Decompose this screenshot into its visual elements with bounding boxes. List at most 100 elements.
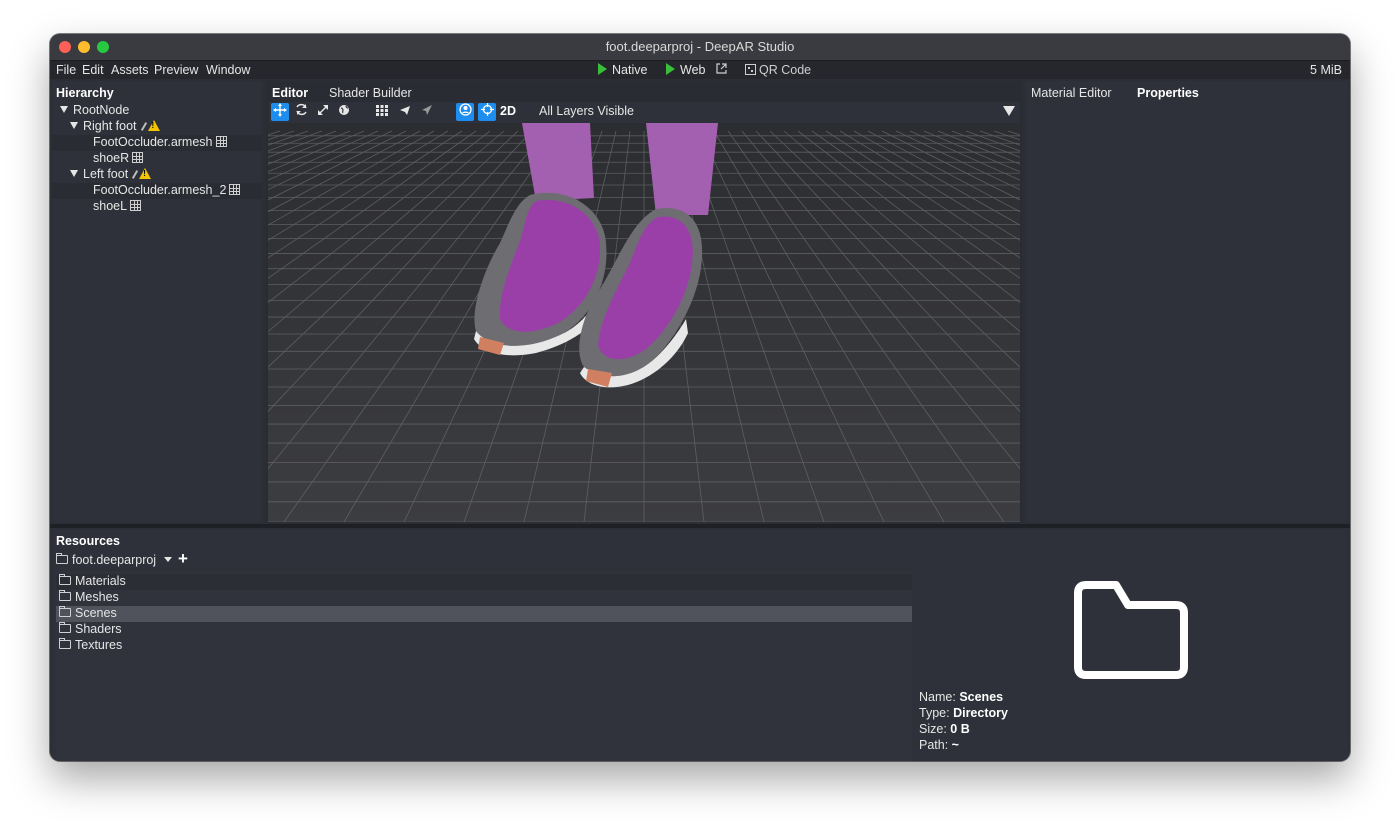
fly-mode-button[interactable] xyxy=(396,103,414,121)
folder-item-textures[interactable]: Textures xyxy=(56,638,912,654)
rotate-tool-button[interactable] xyxy=(292,103,310,121)
resource-name-row: Name: Scenes xyxy=(919,690,1004,704)
folder-icon xyxy=(59,590,71,601)
hierarchy-panel: Hierarchy RootNode Right foot FootOcclud… xyxy=(52,81,262,522)
tree-node-footoccluder[interactable]: FootOccluder.armesh xyxy=(52,135,262,151)
move-tool-button[interactable] xyxy=(271,103,289,121)
menu-file[interactable]: File xyxy=(56,63,76,77)
globe-icon xyxy=(339,105,349,115)
warning-icon xyxy=(147,120,160,131)
dropdown-arrow-icon[interactable] xyxy=(1003,106,1015,116)
folder-item-scenes[interactable]: Scenes xyxy=(56,606,912,622)
tree-node-label: RootNode xyxy=(73,103,130,117)
menu-edit[interactable]: Edit xyxy=(82,63,104,77)
mesh-icon xyxy=(132,152,144,163)
menu-assets[interactable]: Assets xyxy=(111,63,149,77)
folder-label: Materials xyxy=(75,574,126,588)
qr-code-label: QR Code xyxy=(759,63,812,77)
tree-node-shoel[interactable]: shoeL xyxy=(93,199,142,213)
folder-item-shaders[interactable]: Shaders xyxy=(56,622,912,638)
resources-title: Resources xyxy=(56,534,120,548)
airplane-icon xyxy=(400,106,410,115)
tree-node-right-foot[interactable]: Right foot xyxy=(70,119,260,135)
tree-node-footoccluder-2[interactable]: FootOccluder.armesh_2 xyxy=(52,183,262,199)
mesh-icon xyxy=(229,184,241,195)
expand-arrow-icon[interactable] xyxy=(70,170,78,177)
folder-label: Textures xyxy=(75,638,123,652)
navigate-button[interactable] xyxy=(418,103,436,121)
tracker-icon xyxy=(132,170,139,179)
properties-panel: Material Editor Properties xyxy=(1026,81,1348,522)
project-name: foot.deeparproj xyxy=(72,553,157,567)
tree-node-label: shoeR xyxy=(93,151,130,165)
run-native-label: Native xyxy=(612,63,648,77)
tree-node-rootnode[interactable]: RootNode xyxy=(60,103,260,119)
panel-splitter[interactable] xyxy=(50,524,1350,528)
tree-node-left-foot[interactable]: Left foot xyxy=(70,167,152,181)
resource-size-row: Size: 0 B xyxy=(919,722,970,736)
tree-node-label: FootOccluder.armesh_2 xyxy=(93,183,227,197)
folder-label: Scenes xyxy=(75,606,117,620)
play-icon xyxy=(666,63,675,75)
mesh-icon xyxy=(215,136,227,147)
tab-material-editor[interactable]: Material Editor xyxy=(1031,86,1112,100)
folder-icon xyxy=(59,574,71,585)
expand-arrow-icon[interactable] xyxy=(60,106,68,113)
target-button[interactable] xyxy=(478,103,496,121)
add-resource-icon[interactable]: + xyxy=(178,549,188,569)
play-icon xyxy=(598,63,607,75)
global-space-button[interactable] xyxy=(335,103,353,121)
window-title: foot.deeparproj - DeepAR Studio xyxy=(605,39,795,54)
external-link-icon[interactable] xyxy=(716,63,727,77)
tree-node-label: Right foot xyxy=(83,119,137,133)
tab-shader-builder[interactable]: Shader Builder xyxy=(329,86,412,100)
menu-preview[interactable]: Preview xyxy=(154,63,198,77)
chevron-down-icon xyxy=(163,557,172,562)
menu-window[interactable]: Window xyxy=(206,63,250,77)
move-icon xyxy=(273,103,287,117)
rotate-icon xyxy=(295,103,307,116)
scene-viewport[interactable] xyxy=(268,123,1020,522)
layers-visibility-select[interactable]: All Layers Visible xyxy=(539,104,634,118)
resource-type-row: Type: Directory xyxy=(919,706,1008,720)
crosshair-icon xyxy=(480,103,494,116)
tree-node-shoer[interactable]: shoeR xyxy=(93,151,144,165)
memory-usage: 5 MiB xyxy=(1310,63,1342,77)
navigation-arrow-icon xyxy=(422,105,432,115)
expand-icon xyxy=(318,105,328,115)
resources-panel: Resources foot.deeparproj + Materials Me… xyxy=(52,529,1348,761)
folder-list: Materials Meshes Scenes Shaders Textures xyxy=(56,572,912,761)
mesh-icon xyxy=(130,200,142,211)
folder-preview-icon xyxy=(1072,579,1190,688)
warning-icon xyxy=(139,168,152,179)
hierarchy-title: Hierarchy xyxy=(56,86,114,100)
folder-label: Shaders xyxy=(75,622,122,636)
qr-code-button[interactable]: QR Code xyxy=(745,63,811,77)
grid-icon xyxy=(376,105,388,116)
folder-icon xyxy=(59,638,71,649)
run-native-button[interactable]: Native xyxy=(598,63,647,77)
grid-floor xyxy=(268,123,1020,522)
qr-code-icon xyxy=(745,64,756,75)
resource-path-row: Path: ~ xyxy=(919,738,959,752)
folder-item-meshes[interactable]: Meshes xyxy=(56,590,912,606)
mode-2d-toggle[interactable]: 2D xyxy=(500,104,516,118)
user-icon xyxy=(458,103,472,116)
tab-properties[interactable]: Properties xyxy=(1137,86,1199,100)
tracker-icon xyxy=(140,122,147,131)
scale-tool-button[interactable] xyxy=(314,103,332,121)
folder-item-materials[interactable]: Materials xyxy=(56,574,912,590)
folder-label: Meshes xyxy=(75,590,119,604)
grid-toggle-button[interactable] xyxy=(373,103,391,121)
menu-bar: File Edit Assets Preview Window Native W… xyxy=(50,61,1350,79)
face-tracking-button[interactable] xyxy=(456,103,474,121)
run-web-button[interactable]: Web xyxy=(666,63,705,77)
tree-node-label: Left foot xyxy=(83,167,129,181)
expand-arrow-icon[interactable] xyxy=(70,122,78,129)
folder-icon xyxy=(59,606,71,617)
tab-editor[interactable]: Editor xyxy=(272,86,308,100)
tree-node-label: shoeL xyxy=(93,199,128,213)
app-window: foot.deeparproj - DeepAR Studio File Edi… xyxy=(50,34,1350,761)
tree-node-label: FootOccluder.armesh xyxy=(93,135,213,149)
project-selector[interactable]: foot.deeparproj xyxy=(56,553,172,567)
